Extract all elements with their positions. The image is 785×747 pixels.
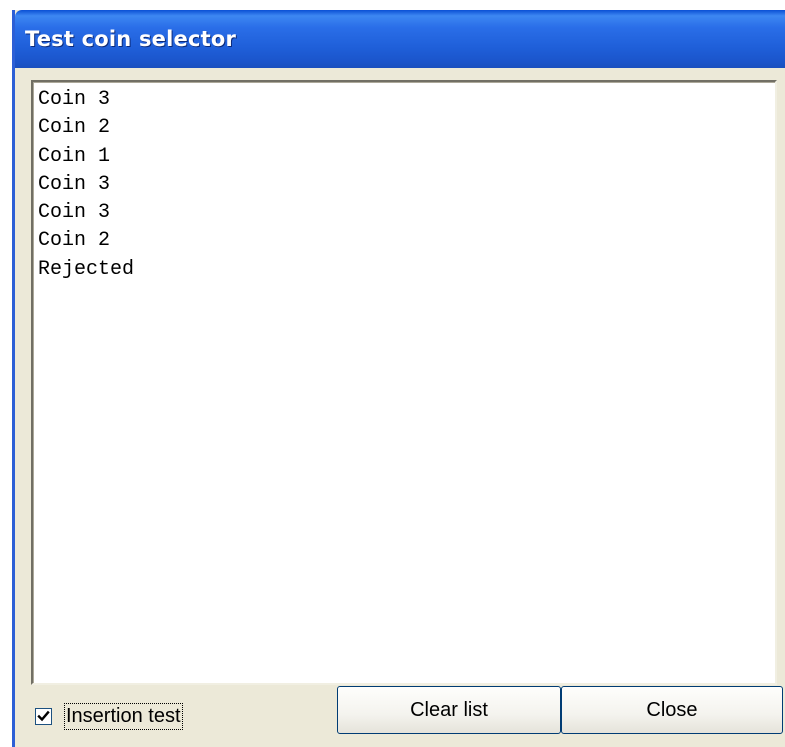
title-bar[interactable]: Test coin selector <box>15 10 785 68</box>
insertion-test-checkbox[interactable]: Insertion test <box>35 698 183 734</box>
checkmark-icon <box>37 710 50 721</box>
list-item[interactable]: Coin 2 <box>38 114 775 142</box>
insertion-test-label[interactable]: Insertion test <box>64 702 183 730</box>
list-item[interactable]: Coin 1 <box>38 143 775 171</box>
close-button[interactable]: Close <box>561 686 783 734</box>
list-item[interactable]: Coin 3 <box>38 199 775 227</box>
coin-event-list: Coin 3 Coin 2 Coin 1 Coin 3 Coin 3 Coin … <box>33 82 775 284</box>
checkbox-box[interactable] <box>35 707 52 725</box>
window-title: Test coin selector <box>25 27 237 51</box>
clear-list-button[interactable]: Clear list <box>337 686 561 734</box>
test-coin-selector-window: Test coin selector Coin 3 Coin 2 Coin 1 … <box>12 10 785 747</box>
list-item[interactable]: Rejected <box>38 256 775 284</box>
list-item[interactable]: Coin 3 <box>38 171 775 199</box>
coin-event-listbox[interactable]: Coin 3 Coin 2 Coin 1 Coin 3 Coin 3 Coin … <box>31 80 777 685</box>
list-item[interactable]: Coin 2 <box>38 227 775 255</box>
list-item[interactable]: Coin 3 <box>38 86 775 114</box>
